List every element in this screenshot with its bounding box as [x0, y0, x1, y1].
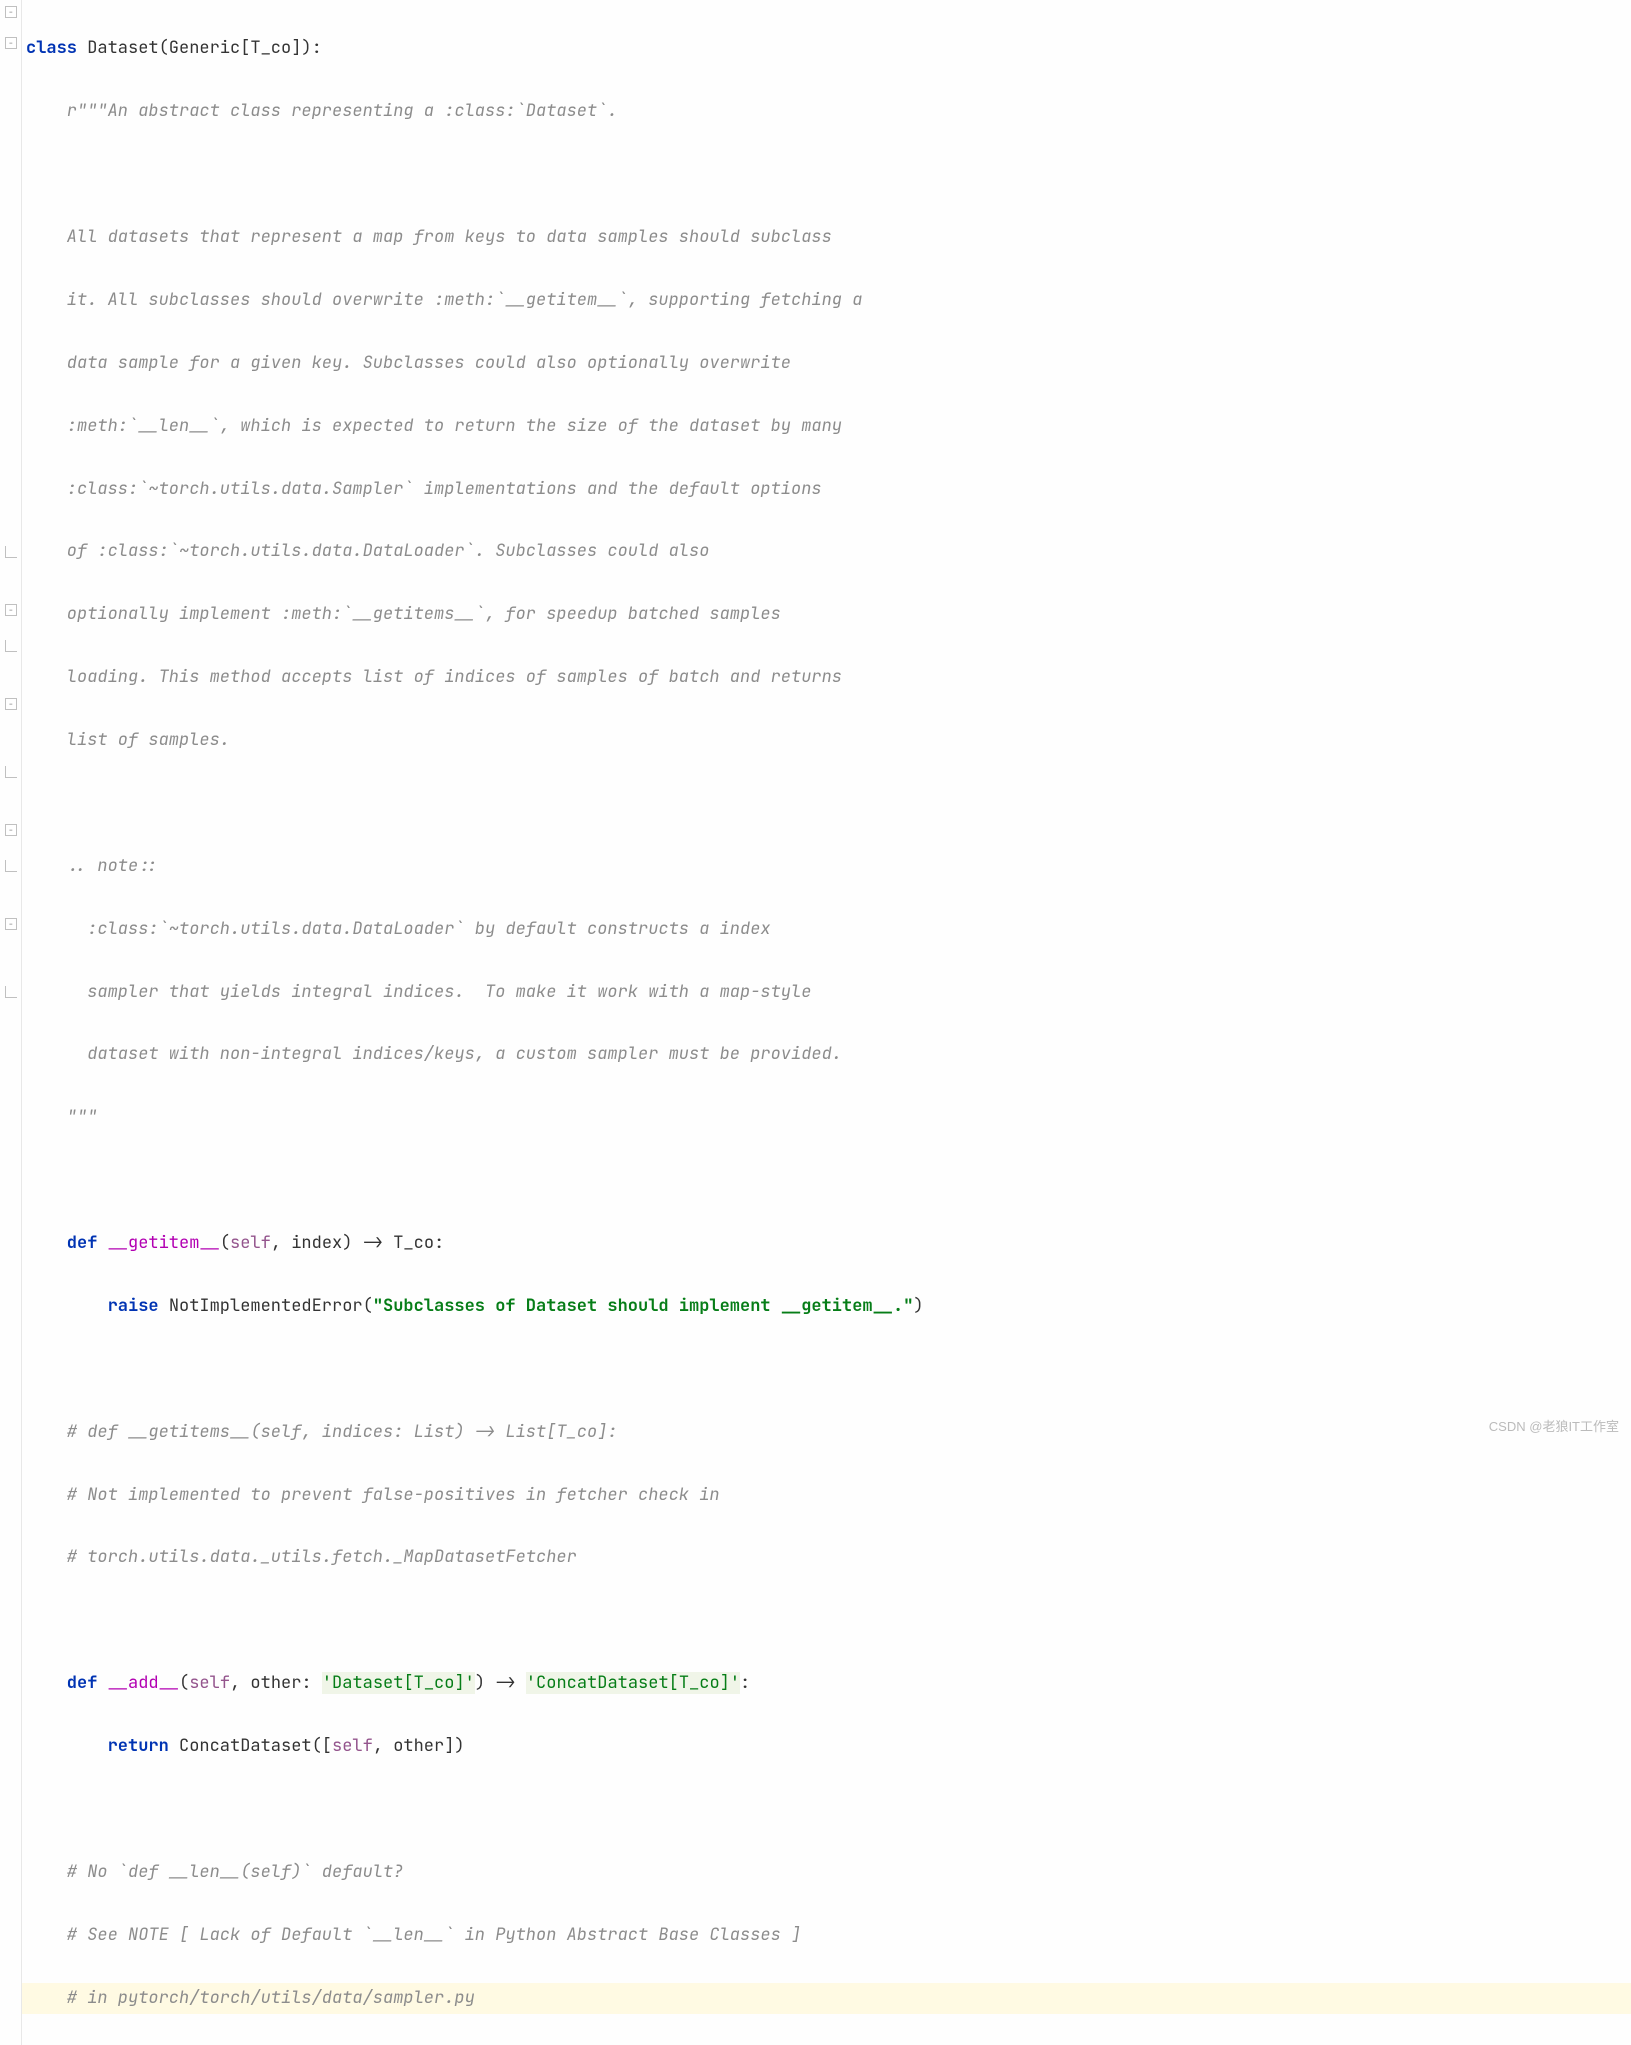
- self-param: self: [230, 1232, 271, 1254]
- code-line: [22, 1605, 1631, 1636]
- docstring: :class:`~torch.utils.data.DataLoader` by…: [26, 918, 771, 940]
- code-line: return ConcatDataset([self, other]): [22, 1731, 1631, 1762]
- keyword-def: def: [26, 1672, 108, 1694]
- docstring: dataset with non-integral indices/keys, …: [26, 1043, 842, 1065]
- code-line: [22, 1165, 1631, 1196]
- docstring: .. note::: [26, 855, 159, 877]
- code-line: # See NOTE [ Lack of Default `__len__` i…: [22, 1920, 1631, 1951]
- code-line: # No `def __len__(self)` default?: [22, 1857, 1631, 1888]
- code-line: :meth:`__len__`, which is expected to re…: [22, 411, 1631, 442]
- string-literal: "Subclasses of Dataset should implement …: [373, 1295, 914, 1317]
- code-line: raise NotImplementedError("Subclasses of…: [22, 1291, 1631, 1322]
- string-literal: 'Dataset[T_co]': [322, 1672, 475, 1694]
- code-line: def __add__(self, other: 'Dataset[T_co]'…: [22, 1668, 1631, 1699]
- code-line-current: # in pytorch/torch/utils/data/sampler.py: [22, 1983, 1631, 2014]
- string-literal: 'ConcatDataset[T_co]': [526, 1672, 740, 1694]
- code-text: ConcatDataset([: [179, 1735, 332, 1757]
- code-line: of :class:`~torch.utils.data.DataLoader`…: [22, 536, 1631, 567]
- code-line: list of samples.: [22, 725, 1631, 756]
- docstring: it. All subclasses should overwrite :met…: [26, 289, 862, 311]
- code-line: dataset with non-integral indices/keys, …: [22, 1039, 1631, 1070]
- code-editor[interactable]: class Dataset(Generic[T_co]): r"""An abs…: [22, 0, 1631, 2045]
- function-name: __getitem__: [108, 1232, 220, 1254]
- docstring: :meth:`__len__`, which is expected to re…: [26, 415, 842, 437]
- docstring: optionally implement :meth:`__getitems__…: [26, 603, 781, 625]
- code-line: .. note::: [22, 851, 1631, 882]
- fold-marker-icon[interactable]: [5, 604, 17, 616]
- code-text: :: [740, 1672, 750, 1694]
- fold-marker-icon[interactable]: [5, 698, 17, 710]
- comment: # def __getitems__(self, indices: List) …: [26, 1421, 618, 1443]
- gutter: [0, 0, 22, 2045]
- code-line: [22, 159, 1631, 190]
- code-line: def __getitem__(self, index) -> T_co:: [22, 1228, 1631, 1259]
- code-line: :class:`~torch.utils.data.Sampler` imple…: [22, 474, 1631, 505]
- docstring: of :class:`~torch.utils.data.DataLoader`…: [26, 540, 709, 562]
- keyword-class: class: [26, 37, 77, 59]
- code-line: # Not implemented to prevent false-posit…: [22, 1480, 1631, 1511]
- fold-end-icon: [5, 986, 17, 998]
- docstring: data sample for a given key. Subclasses …: [26, 352, 791, 374]
- docstring: list of samples.: [26, 729, 230, 751]
- code-line: loading. This method accepts list of ind…: [22, 662, 1631, 693]
- paren: (: [220, 1232, 230, 1254]
- comment: # torch.utils.data._utils.fetch._MapData…: [26, 1546, 577, 1568]
- code-line: # def __getitems__(self, indices: List) …: [22, 1417, 1631, 1448]
- keyword-return: return: [26, 1735, 179, 1757]
- docstring: sampler that yields integral indices. To…: [26, 981, 811, 1003]
- comment: # No `def __len__(self)` default?: [26, 1861, 403, 1883]
- comment: # in pytorch/torch/utils/data/sampler.py: [26, 1987, 475, 2009]
- code-text: (Generic[T_co]):: [159, 37, 322, 59]
- watermark: CSDN @老狼IT工作室: [1489, 1415, 1619, 1439]
- code-line: data sample for a given key. Subclasses …: [22, 348, 1631, 379]
- code-text: NotImplementedError(: [169, 1295, 373, 1317]
- fold-marker-icon[interactable]: [5, 6, 17, 18]
- code-text: , other]): [373, 1735, 465, 1757]
- fold-marker-icon[interactable]: [5, 37, 17, 49]
- code-line: it. All subclasses should overwrite :met…: [22, 285, 1631, 316]
- fold-end-icon: [5, 860, 17, 872]
- paren: ): [913, 1295, 923, 1317]
- code-line: [22, 788, 1631, 819]
- self-param: self: [332, 1735, 373, 1757]
- code-line: All datasets that represent a map from k…: [22, 222, 1631, 253]
- code-line: # torch.utils.data._utils.fetch._MapData…: [22, 1542, 1631, 1573]
- fold-end-icon: [5, 546, 17, 558]
- code-line: class Dataset(Generic[T_co]):: [22, 33, 1631, 64]
- fold-marker-icon[interactable]: [5, 824, 17, 836]
- docstring: All datasets that represent a map from k…: [26, 226, 832, 248]
- self-param: self: [189, 1672, 230, 1694]
- code-line: :class:`~torch.utils.data.DataLoader` by…: [22, 914, 1631, 945]
- fold-end-icon: [5, 766, 17, 778]
- keyword-def: def: [26, 1232, 108, 1254]
- fold-marker-icon[interactable]: [5, 918, 17, 930]
- code-line: """: [22, 1102, 1631, 1133]
- docstring: r"""An abstract class representing a :cl…: [26, 100, 618, 122]
- keyword-raise: raise: [26, 1295, 169, 1317]
- fold-end-icon: [5, 640, 17, 652]
- code-text: ) ->: [475, 1672, 526, 1694]
- code-line: optionally implement :meth:`__getitems__…: [22, 599, 1631, 630]
- code-line: sampler that yields integral indices. To…: [22, 977, 1631, 1008]
- paren: (: [179, 1672, 189, 1694]
- docstring: """: [26, 1106, 97, 1128]
- comment: # Not implemented to prevent false-posit…: [26, 1484, 720, 1506]
- code-text: , index) -> T_co:: [271, 1232, 444, 1254]
- code-text: , other:: [230, 1672, 322, 1694]
- function-name: __add__: [108, 1672, 179, 1694]
- class-name: Dataset: [77, 37, 159, 59]
- comment: # See NOTE [ Lack of Default `__len__` i…: [26, 1924, 801, 1946]
- docstring: loading. This method accepts list of ind…: [26, 666, 842, 688]
- code-line: [22, 1794, 1631, 1825]
- code-line: [22, 1354, 1631, 1385]
- docstring: :class:`~torch.utils.data.Sampler` imple…: [26, 478, 822, 500]
- code-line: r"""An abstract class representing a :cl…: [22, 96, 1631, 127]
